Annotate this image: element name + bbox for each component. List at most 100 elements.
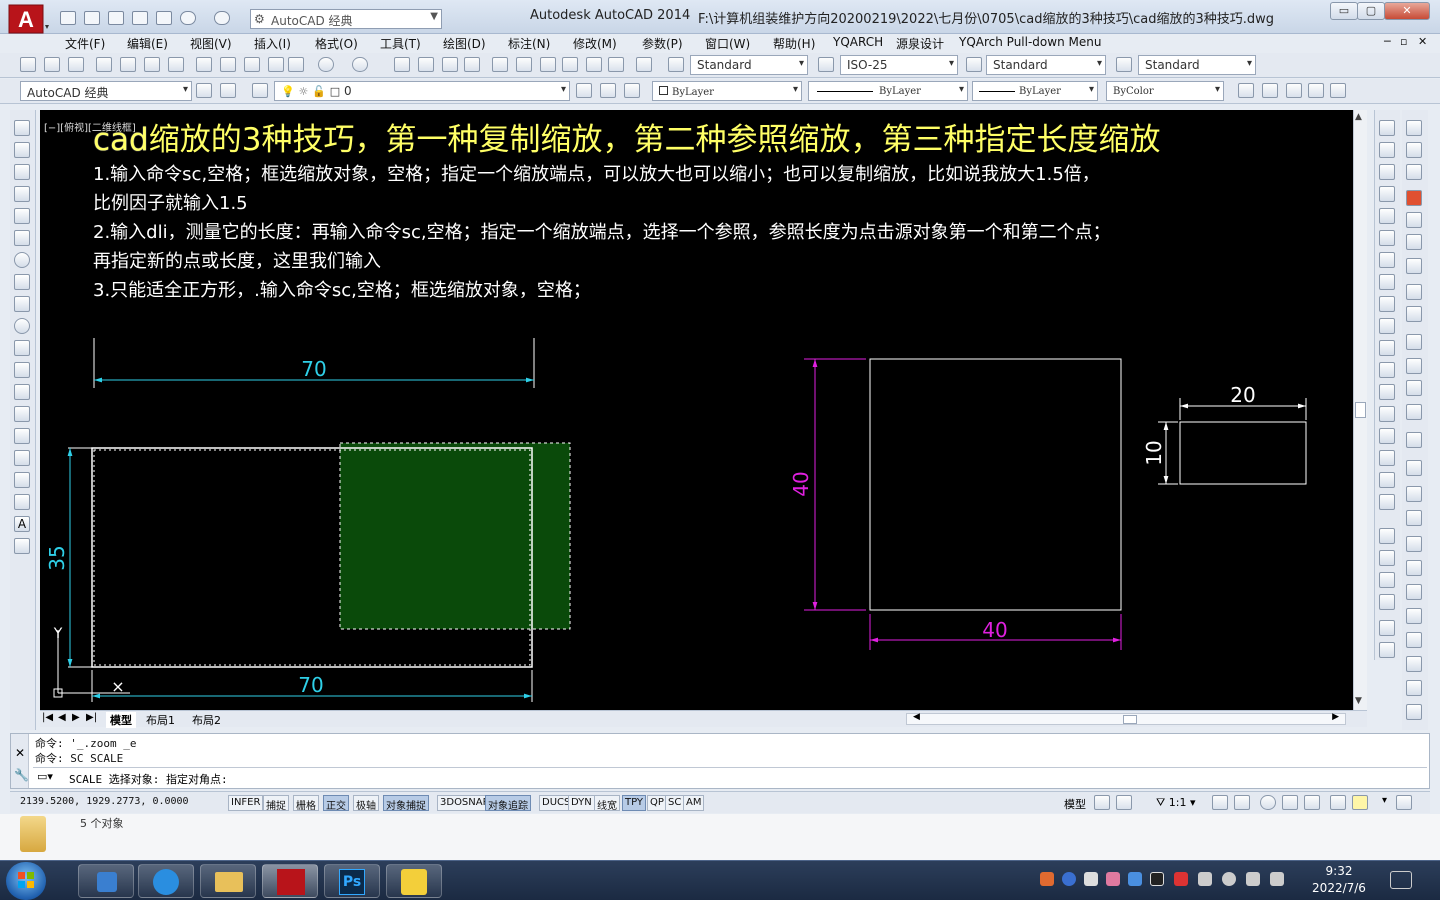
wrench-icon[interactable]: 🔧	[14, 768, 29, 782]
battery-icon[interactable]	[1270, 872, 1284, 886]
toolbar-lock-icon[interactable]	[1282, 795, 1298, 810]
yq-tool-6-icon[interactable]	[1406, 234, 1422, 250]
volume-icon[interactable]	[1198, 872, 1212, 886]
match-properties-icon[interactable]	[268, 57, 284, 72]
lineweight-select[interactable]: ByLayer	[972, 81, 1098, 101]
scroll-right-icon[interactable]: ▶	[1332, 712, 1339, 722]
toggle-lineweight[interactable]: 线宽	[594, 795, 620, 812]
polygon-icon[interactable]	[14, 186, 30, 202]
open-file-icon[interactable]	[84, 11, 100, 25]
taskbar-app-1[interactable]	[78, 864, 134, 898]
tab-first-icon[interactable]: |◀	[42, 712, 53, 723]
toggle-3dosnap[interactable]: 3DOSNAP	[437, 795, 492, 811]
annotation-visibility-icon[interactable]	[1212, 795, 1228, 810]
small-rect[interactable]	[1179, 421, 1307, 485]
quick-view-drawings-icon[interactable]	[1116, 795, 1132, 810]
yq-tool-5-icon[interactable]	[1406, 212, 1422, 228]
text-style-select[interactable]: Standard	[690, 55, 808, 75]
yq-tool-25-icon[interactable]	[1406, 704, 1422, 720]
dimension-bottom[interactable]: 70	[91, 670, 533, 702]
command-input-line[interactable]: ▭▾ SCALE 选择对象: 指定对角点:	[33, 767, 1427, 787]
save-icon[interactable]	[108, 11, 124, 25]
save-icon[interactable]	[68, 57, 84, 72]
dimension-top[interactable]: 70	[93, 338, 535, 388]
dimension-small-height[interactable]: 10	[1142, 421, 1178, 485]
menu-help[interactable]: 帮助(H)	[773, 35, 815, 52]
new-file-icon[interactable]	[60, 11, 76, 25]
pan-icon[interactable]	[394, 57, 410, 72]
yq-tool-17-icon[interactable]	[1406, 510, 1422, 526]
scroll-thumb[interactable]	[1355, 402, 1366, 418]
hatch-icon[interactable]	[14, 428, 30, 444]
quick-view-layouts-icon[interactable]	[1094, 795, 1110, 810]
zoom-window-icon[interactable]	[442, 57, 458, 72]
plot-icon[interactable]	[156, 11, 172, 25]
menu-edit[interactable]: 编辑(E)	[127, 35, 168, 52]
auto-scale-icon[interactable]	[1234, 795, 1250, 810]
join-icon[interactable]	[1379, 406, 1395, 422]
scroll-down-icon[interactable]: ▼	[1355, 696, 1362, 706]
yq-tool-8-icon[interactable]	[1406, 284, 1422, 300]
mleader-style-select[interactable]: Standard	[1138, 55, 1256, 75]
network-icon[interactable]	[1222, 872, 1236, 886]
zoom-previous-icon[interactable]	[464, 57, 480, 72]
arc-icon[interactable]	[14, 230, 30, 246]
help-icon[interactable]	[636, 57, 652, 72]
doc-minimize-icon[interactable]: ─	[1384, 35, 1391, 48]
properties-icon[interactable]	[492, 57, 508, 72]
menu-yqarch-pulldown[interactable]: YQArch Pull-down Menu	[959, 35, 1101, 49]
toggle-snap[interactable]: 捕捉	[263, 795, 289, 812]
clock-time[interactable]: 9:32	[1304, 864, 1374, 878]
taskbar-explorer[interactable]	[200, 864, 256, 898]
dim-style-icon[interactable]	[818, 57, 834, 72]
minimize-button[interactable]: ▭	[1330, 2, 1358, 20]
array-icon[interactable]	[1379, 208, 1395, 224]
explode-icon[interactable]	[1379, 494, 1395, 510]
status-menu-icon[interactable]: ▾	[1382, 795, 1387, 806]
tab-layout1[interactable]: 布局1	[146, 712, 175, 728]
tray-grid-icon[interactable]	[1128, 872, 1142, 886]
tab-model[interactable]: 模型	[106, 712, 136, 728]
break-at-point-icon[interactable]	[1379, 362, 1395, 378]
fillet-icon[interactable]	[1379, 450, 1395, 466]
make-current-icon[interactable]	[576, 83, 592, 98]
yq-tool-23-icon[interactable]	[1406, 656, 1422, 672]
erase-icon[interactable]	[1379, 120, 1395, 136]
gradient-icon[interactable]	[14, 450, 30, 466]
model-space-button[interactable]: 模型	[1064, 796, 1086, 812]
yq-tool-16-icon[interactable]	[1406, 486, 1422, 502]
toggle-grid[interactable]: 栅格	[293, 795, 319, 812]
toggle-sc[interactable]: SC	[665, 795, 685, 811]
yq-tool-2-icon[interactable]	[1406, 142, 1422, 158]
yq-tool-18-icon[interactable]	[1406, 536, 1422, 552]
yq-tool-15-icon[interactable]	[1406, 460, 1422, 476]
add-selected-icon[interactable]	[14, 538, 30, 554]
preview-icon[interactable]	[120, 57, 136, 72]
close-icon[interactable]: ✕	[15, 746, 25, 760]
toggle-am[interactable]: AM	[683, 795, 705, 811]
trim-icon[interactable]	[1379, 318, 1395, 334]
copy-icon[interactable]	[220, 57, 236, 72]
tool-palettes-icon[interactable]	[540, 57, 556, 72]
selected-copy-rect[interactable]	[339, 442, 571, 630]
command-dropdown-icon[interactable]: ▭▾	[37, 770, 53, 783]
zoom-realtime-icon[interactable]	[418, 57, 434, 72]
dim-style-select[interactable]: ISO-25	[840, 55, 958, 75]
toggle-polar[interactable]: 极轴	[353, 795, 379, 812]
mirror-icon[interactable]	[1379, 164, 1395, 180]
redo-icon[interactable]	[352, 57, 368, 72]
toggle-osnap[interactable]: 对象捕捉	[383, 795, 429, 812]
scroll-up-icon[interactable]: ▲	[1355, 112, 1362, 122]
blend-icon[interactable]	[1379, 472, 1395, 488]
undo-icon[interactable]	[318, 57, 334, 72]
tab-last-icon[interactable]: ▶|	[86, 712, 97, 723]
menu-yuanquan[interactable]: 源泉设计	[896, 35, 944, 52]
linetype-select[interactable]: ByLayer	[808, 81, 968, 101]
plotstyle-select[interactable]: ByColor	[1106, 81, 1224, 101]
line-icon[interactable]	[14, 120, 30, 136]
ellipse-arc-icon[interactable]	[14, 340, 30, 356]
clock-date[interactable]: 2022/7/6	[1304, 881, 1374, 895]
make-block-icon[interactable]	[14, 384, 30, 400]
tab-layout2[interactable]: 布局2	[192, 712, 221, 728]
layer-match-icon[interactable]	[624, 83, 640, 98]
